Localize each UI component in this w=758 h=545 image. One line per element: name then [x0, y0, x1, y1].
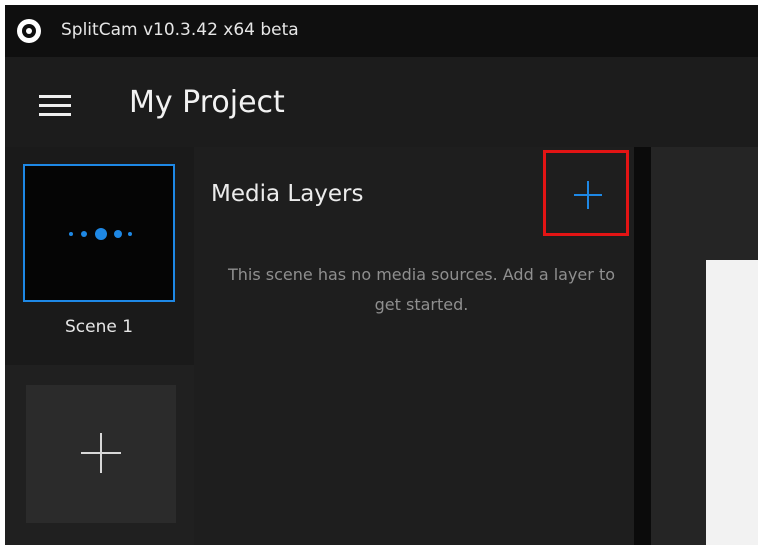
app-window: SplitCam v10.3.42 x64 beta My Project Sc… — [5, 5, 758, 545]
dot — [81, 231, 87, 237]
empty-state-message: This scene has no media sources. Add a l… — [227, 265, 615, 314]
splitcam-logo-icon — [17, 19, 41, 43]
project-title: My Project — [129, 85, 285, 120]
dot — [69, 232, 73, 236]
panel-splitter[interactable] — [634, 147, 651, 545]
media-layers-panel: Media Layers This scene has no media sou… — [194, 147, 634, 545]
window-title: SplitCam v10.3.42 x64 beta — [61, 20, 299, 40]
hamburger-line — [39, 104, 71, 107]
media-layers-title: Media Layers — [211, 181, 364, 207]
preview-area — [651, 147, 758, 545]
hamburger-icon[interactable] — [39, 95, 71, 117]
project-header: My Project — [5, 57, 758, 147]
add-layer-button[interactable] — [543, 150, 629, 236]
scene-thumbnail[interactable] — [23, 164, 175, 302]
loading-dots-icon — [69, 227, 133, 241]
add-scene-button[interactable] — [26, 385, 176, 523]
dot — [95, 228, 107, 240]
add-scene-area — [5, 365, 194, 545]
hamburger-line — [39, 113, 71, 116]
plus-icon — [574, 181, 602, 209]
preview-canvas — [706, 260, 758, 545]
title-bar: SplitCam v10.3.42 x64 beta — [5, 5, 758, 57]
plus-icon — [81, 433, 121, 473]
scenes-panel: Scene 1 — [5, 147, 194, 545]
dot — [114, 230, 122, 238]
dot — [128, 232, 132, 236]
scene-label: Scene 1 — [64, 317, 134, 337]
hamburger-line — [39, 95, 71, 98]
